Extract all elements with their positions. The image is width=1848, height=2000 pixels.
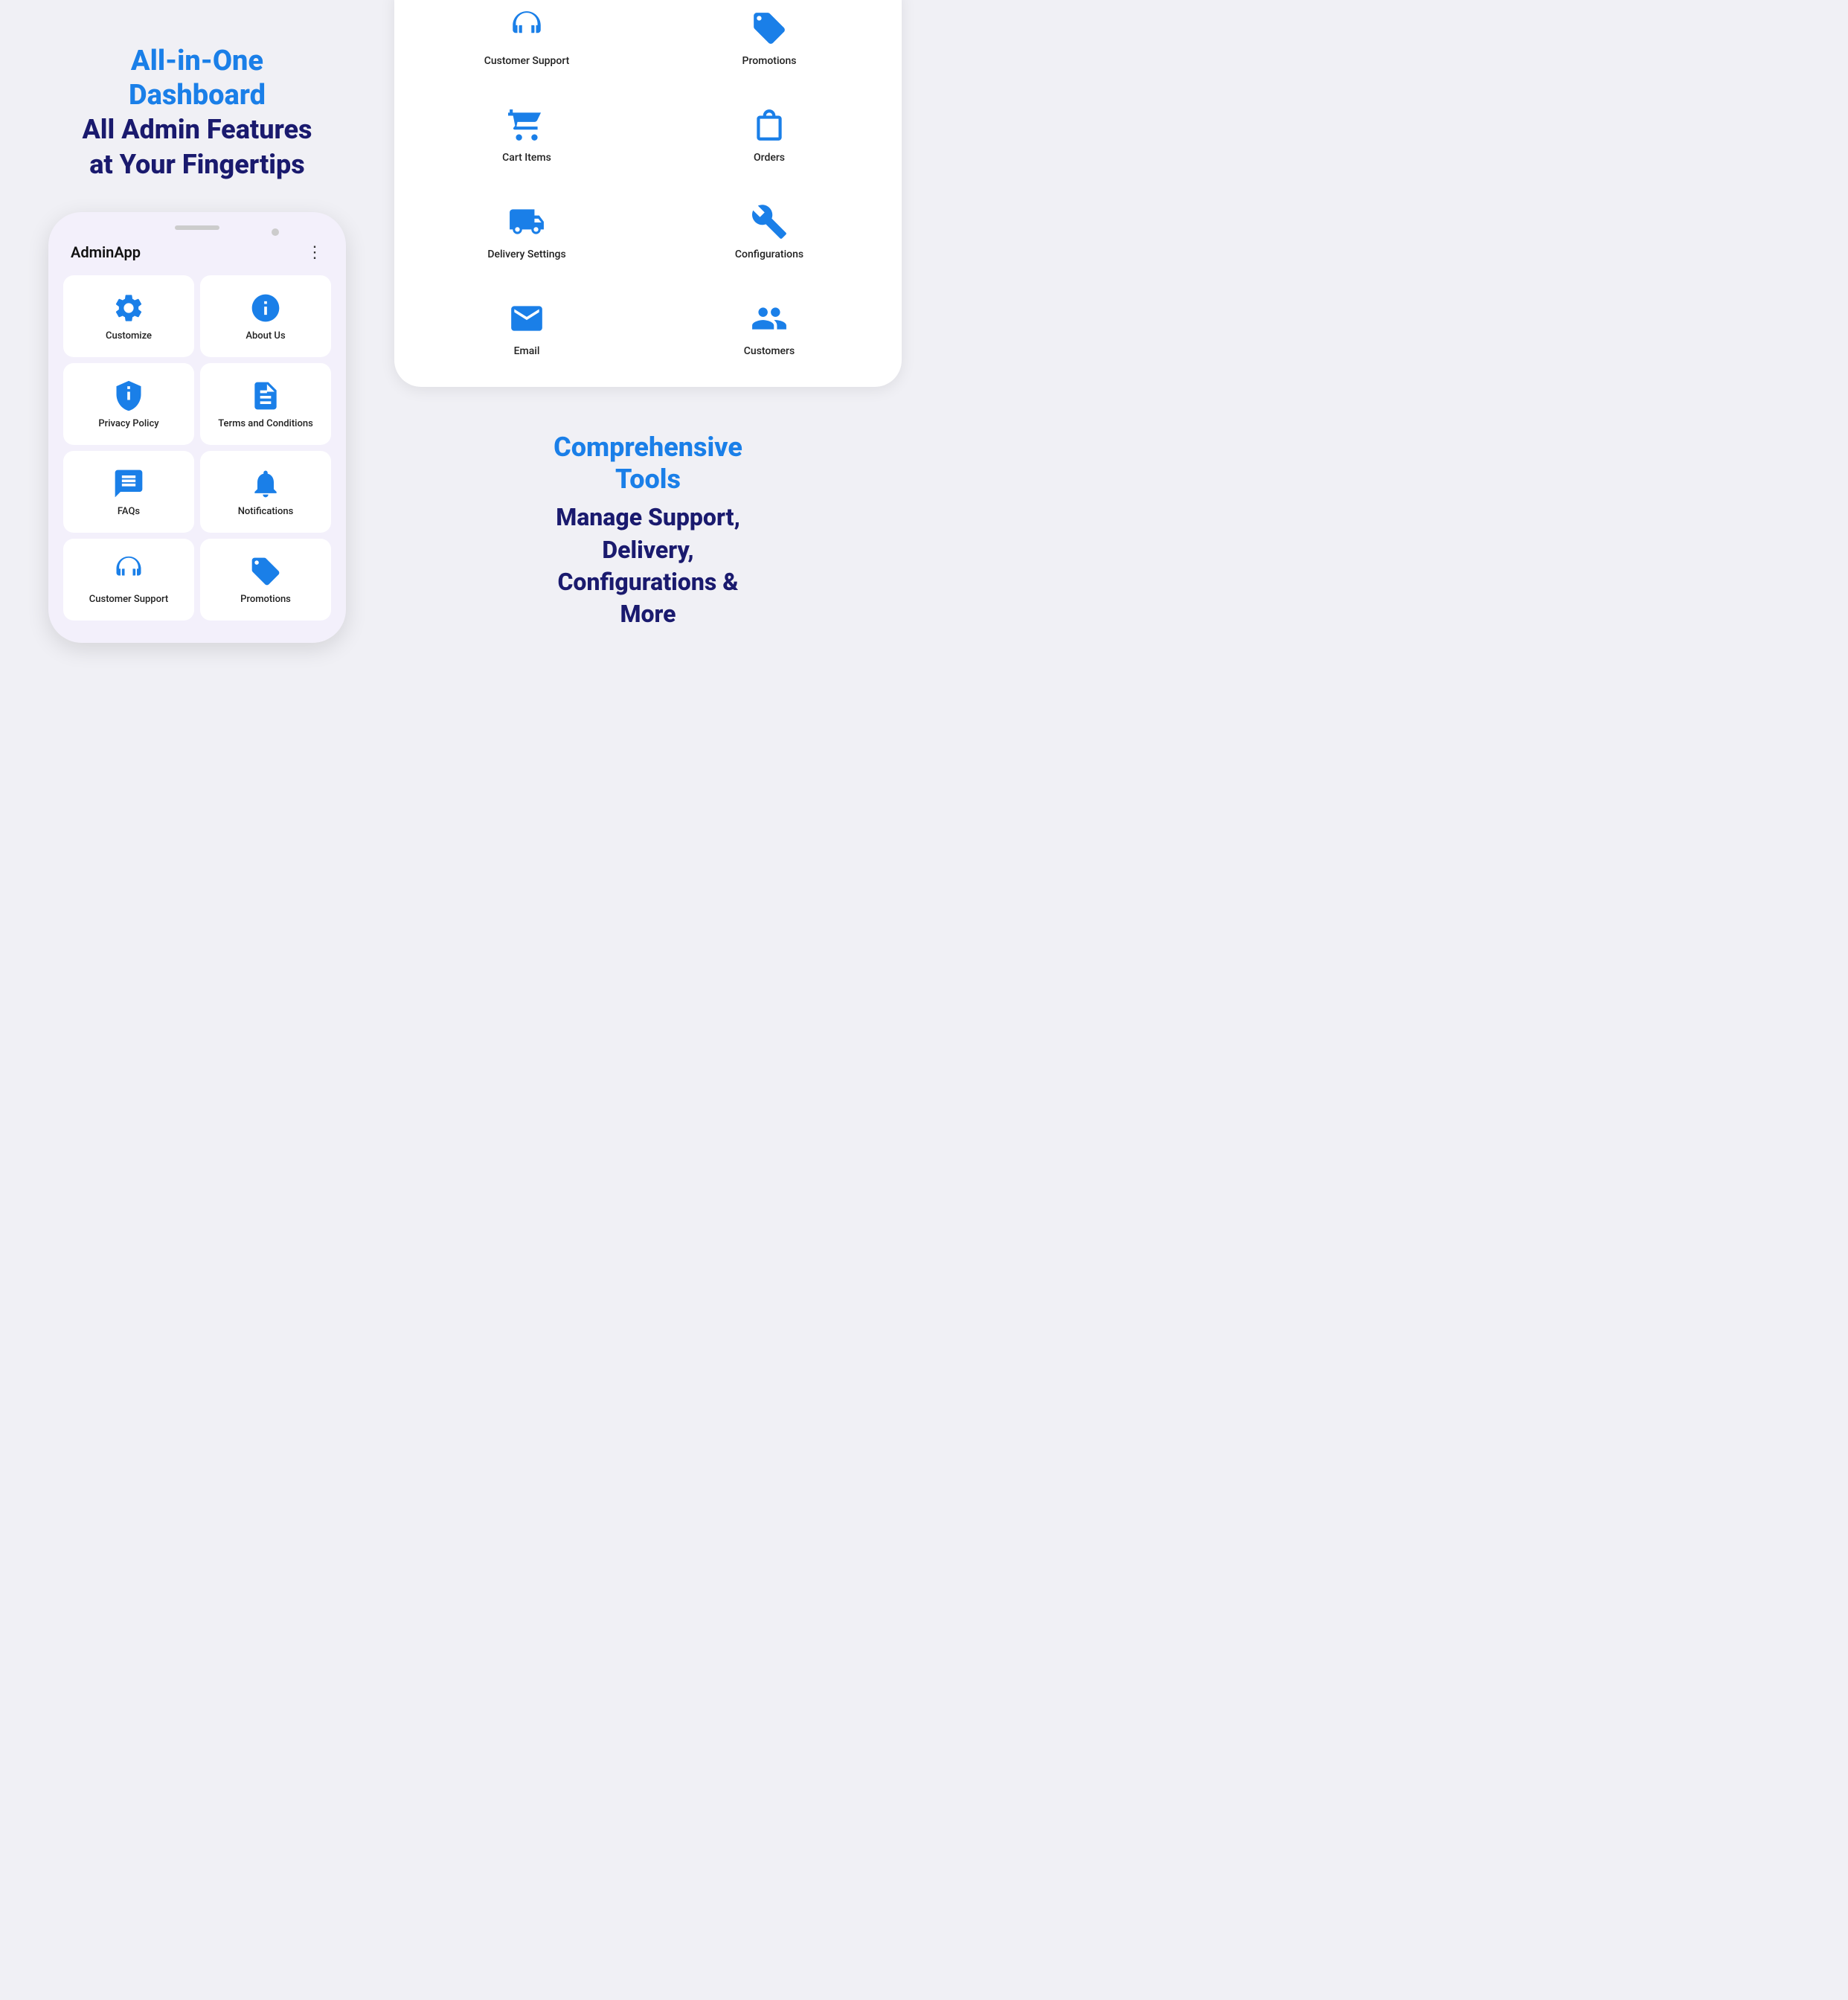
grid-item-notifications[interactable]: Notifications <box>200 451 331 533</box>
right-bag-icon <box>751 106 788 144</box>
app-bar: AdminApp ⋮ <box>60 237 334 268</box>
document-lines-icon <box>249 379 282 412</box>
right-grid-item-configurations[interactable]: Configurations <box>652 186 887 275</box>
phone-notch <box>60 225 334 230</box>
phone-mockup-right: Customer Support Promotions Cart I <box>394 0 902 387</box>
right-grid-item-delivery[interactable]: Delivery Settings <box>409 186 644 275</box>
right-email-icon <box>508 300 545 337</box>
grid-label-customer-support: Customer Support <box>89 594 168 606</box>
right-grid-item-email[interactable]: Email <box>409 283 644 372</box>
right-label-customer-support: Customer Support <box>484 54 570 68</box>
right-grid-item-customer-support[interactable]: Customer Support <box>409 0 644 82</box>
grid-item-privacy-policy[interactable]: Privacy Policy <box>63 363 194 445</box>
right-grid-item-cart[interactable]: Cart Items <box>409 89 644 179</box>
grid-item-terms[interactable]: Terms and Conditions <box>200 363 331 445</box>
left-panel: All-in-OneDashboard All Admin Featuresat… <box>0 0 387 1000</box>
grid-item-promotions[interactable]: Promotions <box>200 539 331 621</box>
grid-item-customer-support[interactable]: Customer Support <box>63 539 194 621</box>
right-grid-item-customers[interactable]: Customers <box>652 283 887 372</box>
grid-label-customize: Customize <box>106 330 152 343</box>
grid-item-customize[interactable]: Customize <box>63 275 194 357</box>
right-label-configurations: Configurations <box>735 248 803 261</box>
shield-info-icon <box>112 379 145 412</box>
phone-mockup-left: AdminApp ⋮ Customize Abo <box>48 212 346 643</box>
right-grid-item-promotions[interactable]: Promotions <box>652 0 887 82</box>
right-label-orders: Orders <box>754 151 785 164</box>
grid-label-faqs: FAQs <box>118 506 140 519</box>
grid-label-notifications: Notifications <box>238 506 294 519</box>
headline-dark: All Admin Featuresat Your Fingertips <box>82 112 312 182</box>
info-circle-icon <box>249 292 282 324</box>
grid-label-terms: Terms and Conditions <box>218 418 313 431</box>
grid-label-promotions: Promotions <box>240 594 291 606</box>
bell-icon <box>249 467 282 500</box>
bottom-blue-title: ComprehensiveTools <box>409 432 887 496</box>
right-panel: Customer Support Promotions Cart I <box>387 0 924 1000</box>
right-customers-icon <box>751 300 788 337</box>
right-label-customers: Customers <box>744 344 795 358</box>
app-bar-title: AdminApp <box>71 243 141 261</box>
phone-camera <box>272 228 279 236</box>
gear-icon <box>112 292 145 324</box>
headline-blue: All-in-OneDashboard <box>82 45 312 112</box>
right-grid: Customer Support Promotions Cart I <box>406 0 890 372</box>
grid-item-faqs[interactable]: FAQs <box>63 451 194 533</box>
headline: All-in-OneDashboard All Admin Featuresat… <box>82 45 312 182</box>
right-cart-icon <box>508 106 545 144</box>
right-truck-icon <box>508 203 545 240</box>
right-label-email: Email <box>514 344 540 358</box>
grid-item-about-us[interactable]: About Us <box>200 275 331 357</box>
right-label-delivery: Delivery Settings <box>487 248 565 261</box>
grid-label-about-us: About Us <box>246 330 285 343</box>
tag-icon <box>249 555 282 588</box>
right-label-promotions: Promotions <box>742 54 797 68</box>
app-bar-menu[interactable]: ⋮ <box>307 243 324 262</box>
right-wrench-icon <box>751 203 788 240</box>
right-label-cart: Cart Items <box>502 151 551 164</box>
bottom-dark-subtitle: Manage Support,Delivery,Configurations &… <box>409 501 887 630</box>
right-grid-item-orders[interactable]: Orders <box>652 89 887 179</box>
grid-label-privacy-policy: Privacy Policy <box>98 418 158 431</box>
right-tag-icon <box>751 10 788 47</box>
headset-icon <box>112 555 145 588</box>
chat-icon <box>112 467 145 500</box>
left-grid: Customize About Us Privacy Policy <box>60 275 334 621</box>
right-headset-icon <box>508 10 545 47</box>
bottom-text-section: ComprehensiveTools Manage Support,Delive… <box>394 409 902 630</box>
